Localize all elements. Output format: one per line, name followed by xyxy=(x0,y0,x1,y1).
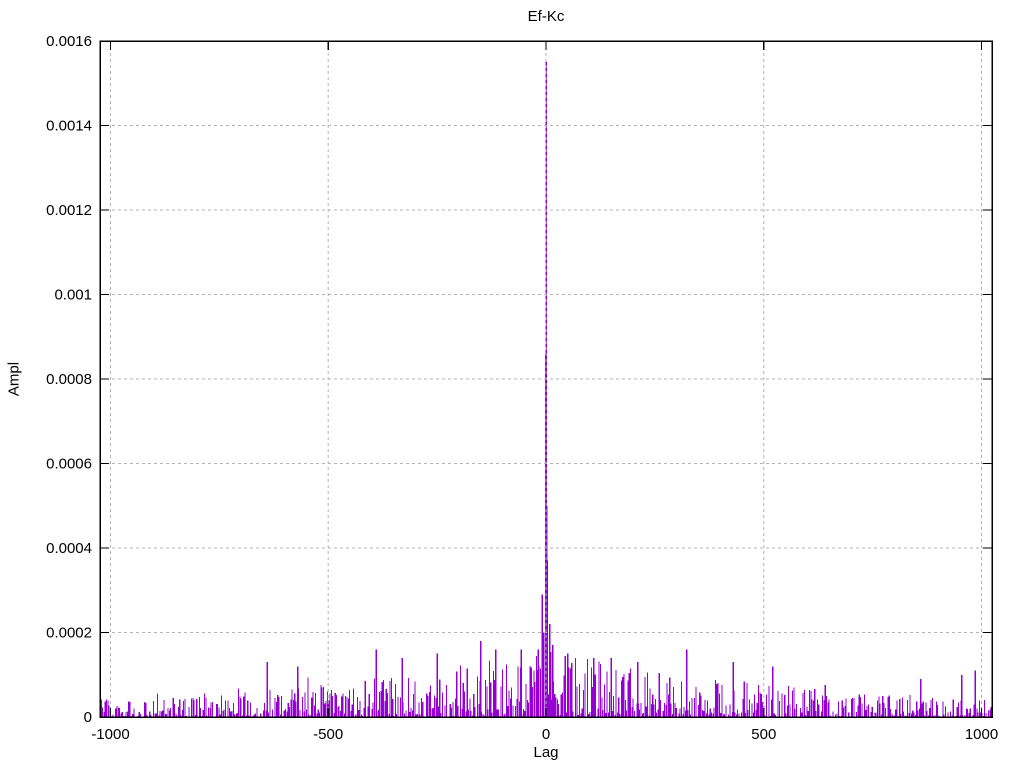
y-tick-label: 0.0006 xyxy=(46,456,92,473)
chart-window: Ef-Kc Ampl Lag 0 0.0002 0.0004 0.0006 0.0008… xyxy=(0,0,1024,768)
x-tick-label: -1000 xyxy=(91,726,129,743)
x-tick-label: 0 xyxy=(542,726,550,743)
y-axis-label: Ampl xyxy=(5,361,23,397)
y-tick-label: 0.0016 xyxy=(46,33,92,50)
peak-impulses xyxy=(266,62,976,717)
x-axis-label: Lag xyxy=(533,744,559,761)
y-tick-label: 0.0002 xyxy=(46,625,92,642)
x-tick-label: 1000 xyxy=(965,726,998,743)
y-tick-label: 0.001 xyxy=(54,287,92,304)
y-tick-label: 0.0014 xyxy=(46,118,92,135)
x-tick-label: 500 xyxy=(751,726,776,743)
y-tick-label: 0 xyxy=(84,709,92,726)
y-tick-label: 0.0012 xyxy=(46,202,92,219)
chart-title: Ef-Kc xyxy=(527,8,565,25)
x-tick-label: -500 xyxy=(313,726,343,743)
y-tick-label: 0.0008 xyxy=(46,371,92,388)
correlation-plot: 0 0.0002 0.0004 0.0006 0.0008 0.001 0.0012 0.00… xyxy=(46,33,998,743)
y-tick-label: 0.0004 xyxy=(46,540,92,557)
